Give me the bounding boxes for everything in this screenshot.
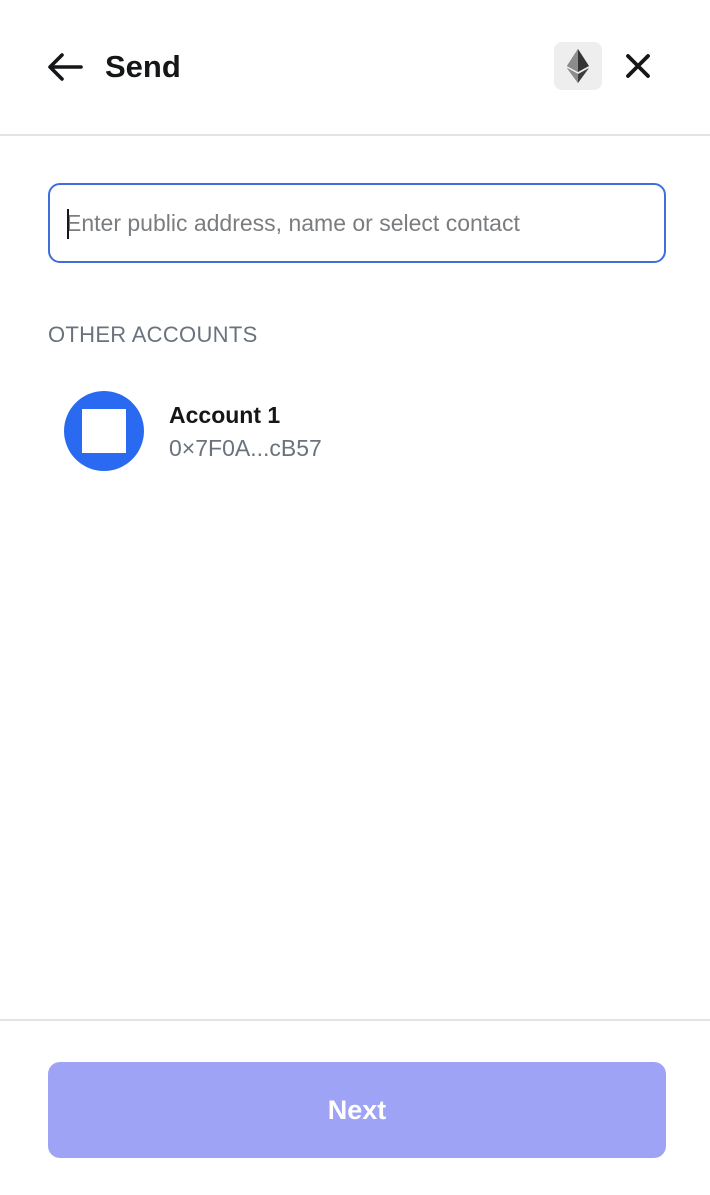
recipient-search-field: [48, 183, 666, 263]
send-screen: Send OTHER ACCOUNTS Account 1 0×7F0A...c…: [0, 0, 710, 1195]
page-title: Send: [105, 49, 181, 84]
account-avatar: [64, 391, 144, 471]
account-name: Account 1: [169, 402, 281, 428]
footer: Next: [0, 1019, 710, 1195]
text-caret: [67, 209, 69, 239]
header: Send: [0, 0, 710, 136]
account-address: 0×7F0A...cB57: [169, 435, 322, 461]
other-accounts-heading: OTHER ACCOUNTS: [48, 322, 258, 347]
next-button[interactable]: Next: [48, 1062, 666, 1158]
back-button[interactable]: [44, 46, 86, 88]
account-list-item[interactable]: Account 1 0×7F0A...cB57: [48, 380, 666, 484]
avatar-square-icon: [82, 409, 126, 453]
network-button[interactable]: [554, 42, 602, 90]
close-icon: [626, 54, 650, 78]
close-button[interactable]: [619, 47, 657, 85]
recipient-search-input[interactable]: [66, 185, 652, 261]
ethereum-icon: [567, 49, 589, 83]
arrow-left-icon: [48, 53, 83, 81]
